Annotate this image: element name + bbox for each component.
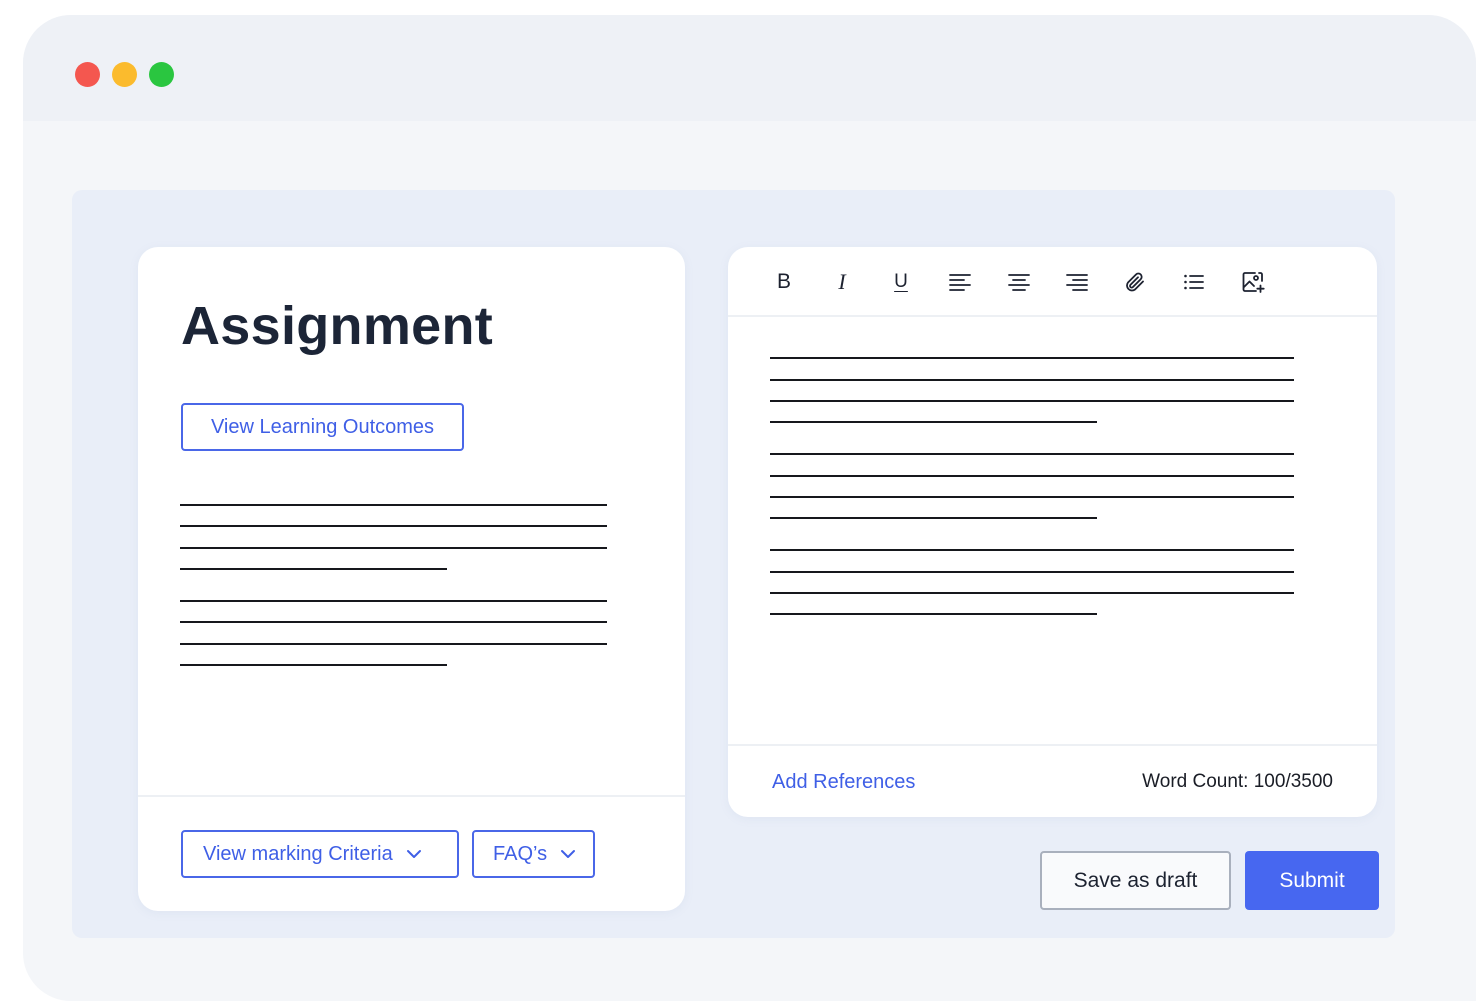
- title-bar: [23, 15, 1476, 121]
- faq-dropdown[interactable]: FAQ’s: [472, 830, 595, 878]
- text-line: [180, 525, 607, 527]
- text-line: [180, 547, 607, 549]
- text-line: [180, 600, 607, 602]
- align-right-icon[interactable]: [1062, 267, 1092, 297]
- align-left-icon[interactable]: [945, 267, 975, 297]
- text-line: [770, 453, 1294, 455]
- bold-glyph: B: [776, 270, 791, 293]
- italic-icon[interactable]: I: [827, 267, 857, 297]
- text-line: [180, 504, 607, 506]
- save-as-draft-button[interactable]: Save as draft: [1040, 851, 1231, 910]
- minimize-window-button[interactable]: [112, 62, 137, 87]
- italic-glyph: I: [838, 269, 846, 294]
- chevron-down-icon: [559, 845, 577, 863]
- text-line: [770, 613, 1097, 615]
- page-title: Assignment: [181, 296, 494, 356]
- divider: [138, 795, 685, 797]
- bold-icon[interactable]: B: [769, 267, 799, 297]
- attachment-icon[interactable]: [1120, 267, 1150, 297]
- text-line: [770, 549, 1294, 551]
- submit-label: Submit: [1279, 868, 1345, 892]
- text-line: [770, 421, 1097, 423]
- align-center-icon[interactable]: [1004, 267, 1034, 297]
- maximize-window-button[interactable]: [149, 62, 174, 87]
- text-line: [770, 517, 1097, 519]
- assignment-card: Assignment View Learning Outcomes View m…: [138, 247, 685, 911]
- chevron-down-icon: [405, 845, 423, 863]
- word-count: Word Count: 100/3500: [1142, 771, 1333, 792]
- underline-glyph: U: [894, 271, 908, 292]
- text-line: [180, 621, 607, 623]
- view-learning-outcomes-button[interactable]: View Learning Outcomes: [181, 403, 464, 451]
- editor-toolbar: B I U: [728, 247, 1377, 317]
- close-window-button[interactable]: [75, 62, 100, 87]
- add-references-link[interactable]: Add References: [772, 771, 915, 794]
- view-marking-criteria-label: View marking Criteria: [203, 842, 393, 865]
- underline-icon[interactable]: U: [886, 267, 916, 297]
- text-line: [180, 664, 447, 666]
- text-line: [180, 643, 607, 645]
- insert-image-icon[interactable]: [1238, 267, 1268, 297]
- text-line: [770, 592, 1294, 594]
- text-line: [770, 571, 1294, 573]
- view-marking-criteria-dropdown[interactable]: View marking Criteria: [181, 830, 459, 878]
- list-icon[interactable]: [1179, 267, 1209, 297]
- text-line: [770, 379, 1294, 381]
- save-as-draft-label: Save as draft: [1073, 868, 1198, 892]
- editor-card: B I U Add References Word Count: 100/350…: [728, 247, 1377, 817]
- divider: [728, 744, 1377, 746]
- text-line: [180, 568, 447, 570]
- text-line: [770, 400, 1294, 402]
- text-line: [770, 475, 1294, 477]
- submit-button[interactable]: Submit: [1245, 851, 1379, 910]
- text-line: [770, 496, 1294, 498]
- faq-label: FAQ’s: [493, 842, 548, 865]
- view-learning-outcomes-label: View Learning Outcomes: [210, 415, 435, 438]
- text-line: [770, 357, 1294, 359]
